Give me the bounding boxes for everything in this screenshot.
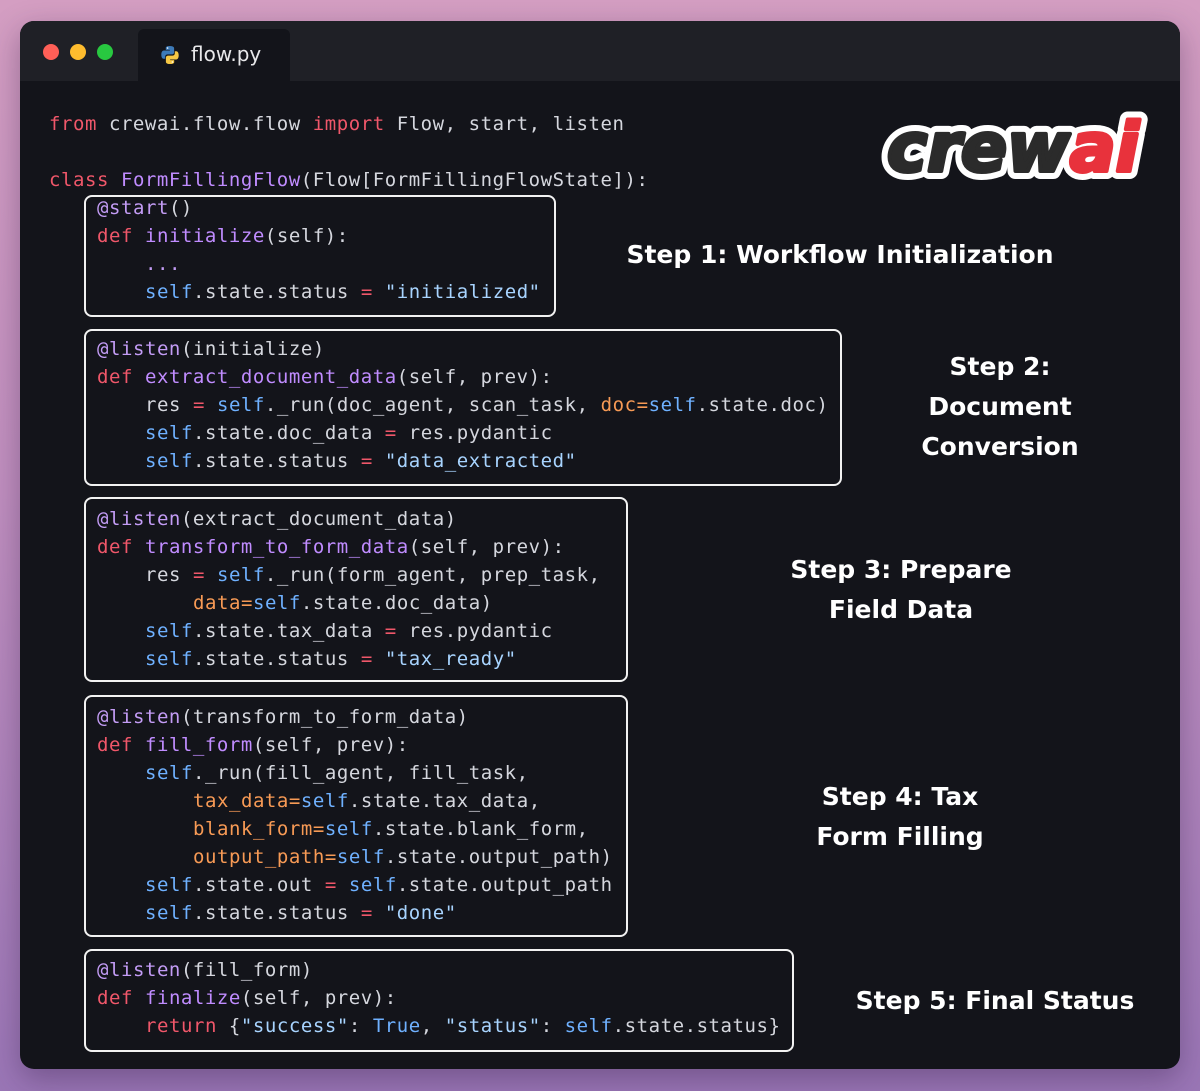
code-line: self.state.status = "done" <box>145 902 457 924</box>
code-line: @listen(transform_to_form_data) <box>97 706 469 728</box>
code-line: ... <box>145 253 181 275</box>
code-line-import: from crewai.flow.flow import Flow, start… <box>49 113 625 135</box>
python-icon <box>161 46 179 64</box>
step-1-label: Step 1: Workflow Initialization <box>626 240 1054 269</box>
close-window-button[interactable] <box>43 44 59 60</box>
code-line: def initialize(self): <box>97 225 349 247</box>
tab-label: flow.py <box>191 42 262 66</box>
code-line: self.state.out = self.state.output_path <box>145 874 613 896</box>
code-line: self.state.status = "tax_ready" <box>145 648 517 670</box>
code-line: def fill_form(self, prev): <box>97 734 409 756</box>
code-line-class: class FormFillingFlow(Flow[FormFillingFl… <box>49 169 649 191</box>
maximize-window-button[interactable] <box>97 44 113 60</box>
logo-text-crew: crew <box>887 109 1071 188</box>
crewai-logo: crewai crewai <box>879 101 1149 193</box>
code-line: output_path=self.state.output_path) <box>193 846 613 868</box>
code-line: self.state.status = "data_extracted" <box>145 450 577 472</box>
code-line: res = self._run(form_agent, prep_task, <box>145 564 601 586</box>
code-line: def extract_document_data(self, prev): <box>97 366 553 388</box>
step-4-label: Step 4: Tax Form Filling <box>816 782 984 851</box>
code-line: res = self._run(doc_agent, scan_task, do… <box>145 394 829 416</box>
code-line: tax_data=self.state.tax_data, <box>193 790 541 812</box>
code-line: return {"success": True, "status": self.… <box>145 1015 781 1037</box>
code-line: def finalize(self, prev): <box>97 987 397 1009</box>
step-3-label: Step 3: Prepare Field Data <box>790 555 1012 624</box>
code-line: self.state.status = "initialized" <box>145 281 541 303</box>
code-line: self.state.tax_data = res.pydantic <box>145 620 553 642</box>
code-line: @start() <box>97 197 193 219</box>
title-bar: flow.py <box>20 21 1180 81</box>
code-line: def transform_to_form_data(self, prev): <box>97 536 565 558</box>
step-2-label: Step 2: Document Conversion <box>921 352 1079 461</box>
svg-text:crewai: crewai <box>887 109 1141 188</box>
editor-window: flow.py crewai crewai from crewai.flow.f… <box>20 21 1180 1069</box>
code-line: data=self.state.doc_data) <box>193 592 493 614</box>
code-line: self.state.doc_data = res.pydantic <box>145 422 553 444</box>
tab-flow-py[interactable]: flow.py <box>138 29 290 81</box>
step-5-label: Step 5: Final Status <box>855 986 1135 1015</box>
code-line: @listen(extract_document_data) <box>97 508 457 530</box>
code-line: blank_form=self.state.blank_form, <box>193 818 589 840</box>
code-line: self._run(fill_agent, fill_task, <box>145 762 529 784</box>
logo-text-ai: ai <box>1070 109 1141 188</box>
code-line: @listen(fill_form) <box>97 959 313 981</box>
minimize-window-button[interactable] <box>70 44 86 60</box>
code-line: @listen(initialize) <box>97 338 325 360</box>
